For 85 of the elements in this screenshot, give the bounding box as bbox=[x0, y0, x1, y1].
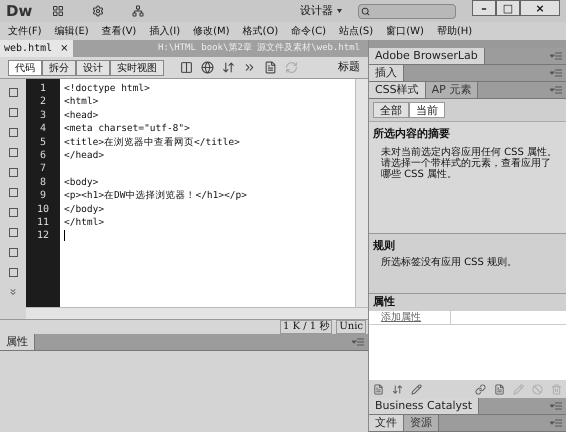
encoding-label: Unic bbox=[336, 320, 366, 334]
menu-item[interactable]: 修改(M) bbox=[193, 24, 230, 38]
menu-item[interactable]: 查看(V) bbox=[102, 24, 136, 38]
menu-item[interactable]: 站点(S) bbox=[339, 24, 374, 38]
workspace-switcher[interactable]: 设计器 bbox=[296, 2, 346, 20]
line-number: 12 bbox=[36, 229, 50, 243]
panel-menu-icon[interactable] bbox=[550, 69, 562, 77]
layout-icon[interactable] bbox=[52, 5, 64, 17]
app-logo: Dw bbox=[6, 0, 34, 22]
globe-icon[interactable] bbox=[201, 61, 214, 74]
multiscreen-icon[interactable] bbox=[180, 61, 193, 74]
rules-title: 规则 bbox=[373, 238, 396, 254]
view-button[interactable]: 设计 bbox=[76, 60, 110, 76]
document-tab[interactable]: web.html × bbox=[0, 40, 73, 57]
panel-tab[interactable]: 属性 bbox=[0, 334, 35, 350]
add-property-link[interactable]: 添加属性 bbox=[369, 310, 451, 324]
menu-item[interactable]: 文件(F) bbox=[8, 24, 42, 38]
panel-menu-icon[interactable] bbox=[550, 402, 562, 410]
panel-menu-icon[interactable] bbox=[550, 419, 562, 427]
line-number: 6 bbox=[38, 148, 48, 162]
minimize-button[interactable]: – bbox=[472, 0, 496, 16]
panel-tab[interactable]: Business Catalyst bbox=[369, 398, 480, 414]
mode-button[interactable]: 全部 bbox=[373, 102, 409, 118]
panel-tab[interactable]: 资源 bbox=[404, 415, 439, 431]
code-line: <meta charset="utf-8"> bbox=[64, 123, 190, 134]
panel-tab[interactable]: AP 元素 bbox=[426, 82, 478, 98]
line-number: 1 bbox=[38, 82, 48, 96]
summary-title: 所选内容的摘要 bbox=[373, 126, 451, 142]
link-icon[interactable] bbox=[475, 384, 486, 394]
code-line: <head> bbox=[64, 110, 98, 121]
document-path: H:\HTML book\第2章 源文件及素材\web.html bbox=[156, 42, 361, 55]
menu-item[interactable]: 格式(O) bbox=[242, 24, 278, 38]
sort-icon[interactable] bbox=[392, 384, 403, 394]
view-button[interactable]: 实时视图 bbox=[110, 60, 164, 76]
code-line: <body> bbox=[64, 176, 98, 188]
line-number: 4 bbox=[38, 122, 48, 136]
panel-tab[interactable]: 插入 bbox=[369, 65, 404, 81]
line-number: 9 bbox=[38, 189, 48, 203]
menu-item[interactable]: 命令(C) bbox=[291, 24, 326, 38]
download-size: 1 K / 1 秒 bbox=[280, 320, 332, 334]
code-line: <!doctype html> bbox=[64, 83, 150, 94]
more-icon[interactable] bbox=[8, 287, 18, 297]
code-line: </body> bbox=[64, 204, 104, 215]
panel-menu-icon[interactable] bbox=[550, 86, 562, 94]
line-number: 5 bbox=[38, 136, 48, 149]
title-label: 标题 bbox=[338, 59, 360, 76]
search-icon bbox=[361, 6, 370, 16]
panel-tab[interactable]: Adobe BrowserLab bbox=[369, 48, 485, 64]
settings-icon[interactable] bbox=[92, 5, 104, 17]
code-line: </html> bbox=[64, 216, 104, 228]
rules-text: 所选标签没有应用 CSS 规则。 bbox=[380, 256, 518, 270]
maximize-button[interactable]: □ bbox=[496, 0, 520, 16]
line-number: 10 bbox=[36, 202, 50, 216]
mode-button[interactable]: 当前 bbox=[409, 102, 445, 118]
view-button[interactable]: 拆分 bbox=[42, 60, 76, 76]
close-button[interactable]: × bbox=[520, 0, 560, 16]
code-line: <html> bbox=[64, 96, 98, 108]
panel-tab[interactable]: CSS样式 bbox=[369, 82, 426, 98]
panel-menu-icon[interactable] bbox=[550, 52, 562, 60]
summary-text: 未对当前选定内容应用任何 CSS 属性。请选择一个带样式的元素，查看应用了哪些 CSS 属性。 bbox=[380, 146, 558, 180]
code-editor[interactable]: <!doctype html> <html> <head> <meta charset="utf-8"> <title>在浏览器中查看网页</title> </head> <body> <p><h1>在DW中选择浏览器！</h1></p> </body> </html> bbox=[60, 79, 355, 307]
line-number: 3 bbox=[38, 108, 48, 122]
line-number: 7 bbox=[38, 162, 48, 176]
document-name: web.html bbox=[4, 42, 52, 56]
transfer-icon[interactable] bbox=[222, 61, 235, 74]
code-line: </head> bbox=[64, 150, 104, 161]
menu-item[interactable]: 编辑(E) bbox=[54, 24, 89, 38]
line-number: 2 bbox=[38, 95, 48, 109]
view-button[interactable]: 代码 bbox=[8, 60, 42, 76]
panel-tab[interactable]: 文件 bbox=[369, 415, 404, 431]
line-number: 11 bbox=[36, 216, 50, 230]
code-line: <p><h1>在DW中选择浏览器！</h1></p> bbox=[64, 190, 247, 202]
menu-item[interactable]: 插入(I) bbox=[149, 24, 180, 38]
close-tab-button[interactable]: × bbox=[60, 41, 69, 56]
menu-item[interactable]: 窗口(W) bbox=[386, 24, 424, 38]
text-cursor bbox=[64, 230, 65, 242]
caret-icon bbox=[337, 9, 342, 13]
menu-item[interactable]: 帮助(H) bbox=[436, 24, 472, 38]
panel-menu-icon[interactable] bbox=[352, 338, 364, 346]
line-number: 8 bbox=[38, 176, 48, 190]
site-icon[interactable] bbox=[132, 5, 144, 17]
horizontal-scrollbar[interactable] bbox=[26, 307, 368, 319]
search-field[interactable] bbox=[358, 4, 456, 18]
code-line: <title>在浏览器中查看网页</title> bbox=[64, 136, 240, 148]
vertical-scrollbar[interactable] bbox=[355, 79, 368, 307]
